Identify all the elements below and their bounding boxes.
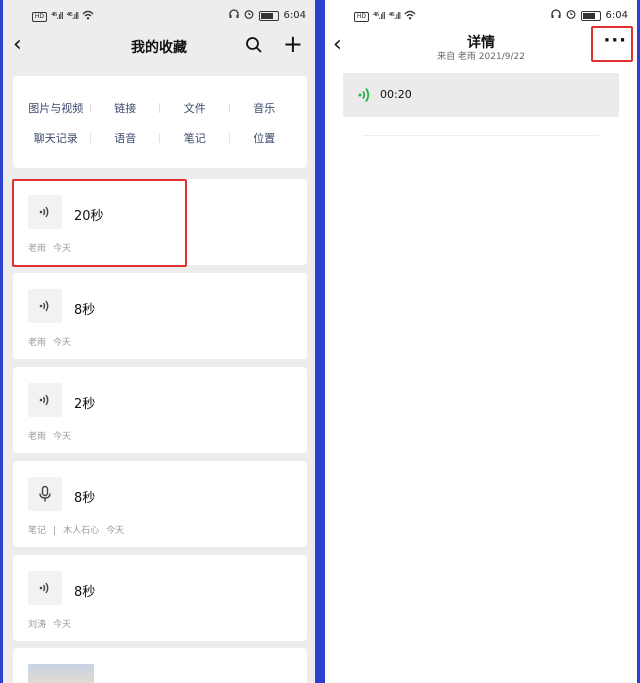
item-date: 今天 — [53, 244, 72, 254]
item-meta: 老雨 今天 — [28, 429, 78, 442]
detail-screen: HD ⁴⁶.ıll ⁴⁶.ıll 6:04 ‹ 详情 来自 老雨 2021/9/… — [325, 0, 637, 683]
source-subtitle: 来自 老雨 2021/9/22 — [437, 52, 525, 62]
item-date: 今天 — [106, 526, 125, 536]
category-notes[interactable]: 笔记 — [160, 130, 230, 146]
page-title: 我的收藏 — [131, 40, 187, 56]
category-links[interactable]: 链接 — [91, 100, 161, 116]
more-options-button[interactable]: ··· — [603, 32, 627, 50]
item-date: 今天 — [53, 432, 72, 442]
wifi-icon — [404, 10, 416, 23]
favorite-item-partial[interactable] — [13, 648, 307, 683]
signal-icon-2: ⁴⁶.ıll — [66, 11, 80, 22]
favorite-item[interactable]: 20秒 老雨 今天 — [13, 179, 307, 265]
item-title: 2秒 — [74, 397, 96, 412]
favorite-item[interactable]: 8秒 老雨 今天 — [13, 273, 307, 359]
status-bar: HD ⁴⁶.ıll ⁴⁶.ıll 6:04 — [3, 0, 315, 30]
item-source: 老雨 — [28, 338, 47, 348]
status-bar: HD ⁴⁶.ıll ⁴⁶.ıll 6:04 — [325, 0, 637, 30]
category-chat-history[interactable]: 聊天记录 — [21, 130, 91, 146]
item-date: 今天 — [53, 620, 72, 630]
category-files[interactable]: 文件 — [160, 100, 230, 116]
voice-duration: 00:20 — [380, 88, 412, 101]
alarm-icon — [566, 9, 576, 22]
voice-icon — [28, 289, 62, 323]
divider — [363, 135, 599, 136]
search-icon[interactable] — [245, 36, 263, 58]
item-title: 8秒 — [74, 303, 96, 318]
item-title: 8秒 — [74, 585, 96, 600]
headphone-icon — [550, 9, 561, 22]
microphone-icon — [28, 477, 62, 511]
item-source: 老雨 — [28, 432, 47, 442]
status-time: 6:04 — [605, 10, 628, 21]
alarm-icon — [244, 9, 254, 22]
favorites-screen: HD ⁴⁶.ıll ⁴⁶.ıll 6:04 ‹ 我的收藏 + 图片与视频 链接 … — [3, 0, 315, 683]
item-source: 笔记 — [28, 526, 47, 536]
voice-icon — [357, 86, 373, 108]
item-source: 刘涛 — [28, 620, 47, 630]
status-right: 6:04 — [228, 9, 306, 22]
image-thumbnail — [28, 664, 94, 683]
item-date: 今天 — [53, 338, 72, 348]
headphone-icon — [228, 9, 239, 22]
voice-player[interactable]: 00:20 — [343, 73, 619, 117]
category-location[interactable]: 位置 — [230, 130, 300, 146]
wifi-icon — [82, 10, 94, 23]
add-button[interactable]: + — [283, 32, 303, 56]
item-source: 老雨 — [28, 244, 47, 254]
signal-icon-2: ⁴⁶.ıll — [388, 11, 402, 22]
battery-icon — [580, 10, 601, 21]
signal-icon: ⁴⁶.ıll — [373, 11, 386, 22]
nav-bar: ‹ 我的收藏 + — [3, 30, 315, 62]
voice-icon — [28, 383, 62, 417]
favorite-item[interactable]: 8秒 刘涛 今天 — [13, 555, 307, 641]
item-meta: 刘涛 今天 — [28, 617, 78, 630]
favorite-item[interactable]: 2秒 老雨 今天 — [13, 367, 307, 453]
battery-icon — [258, 10, 279, 21]
status-time: 6:04 — [283, 10, 306, 21]
meta-separator: | — [53, 526, 57, 536]
item-meta: 老雨 今天 — [28, 241, 78, 254]
signal-icon: ⁴⁶.ıll — [51, 11, 64, 22]
hd-icon: HD — [354, 11, 369, 22]
category-filter: 图片与视频 链接 文件 音乐 聊天记录 语音 笔记 位置 — [13, 76, 307, 168]
category-photos-videos[interactable]: 图片与视频 — [21, 100, 91, 116]
item-title: 20秒 — [74, 209, 104, 224]
item-title: 8秒 — [74, 491, 96, 506]
hd-icon: HD — [32, 11, 47, 22]
status-signal: HD ⁴⁶.ıll ⁴⁶.ıll — [32, 10, 94, 23]
category-voice[interactable]: 语音 — [91, 130, 161, 146]
voice-icon — [28, 571, 62, 605]
status-right: 6:04 — [550, 9, 628, 22]
favorite-item[interactable]: 8秒 笔记 | 木人石心 今天 — [13, 461, 307, 547]
item-meta: 笔记 | 木人石心 今天 — [28, 523, 131, 536]
category-music[interactable]: 音乐 — [230, 100, 300, 116]
voice-icon — [28, 195, 62, 229]
status-signal: HD ⁴⁶.ıll ⁴⁶.ıll — [354, 10, 416, 23]
item-meta: 老雨 今天 — [28, 335, 78, 348]
item-author: 木人石心 — [63, 526, 100, 536]
